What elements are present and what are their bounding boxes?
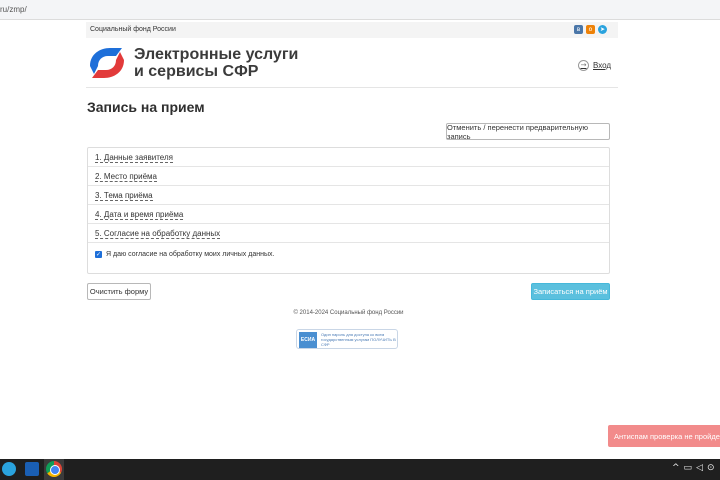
chrome-taskbar-icon[interactable] (46, 461, 62, 477)
address-divider (0, 19, 720, 20)
step-label[interactable]: 4. Дата и время приёма (95, 210, 184, 220)
outlook-taskbar-icon[interactable] (25, 462, 39, 476)
sfr-logo-icon[interactable] (86, 44, 128, 82)
org-name: Социальный фонд России (90, 26, 176, 33)
esia-badge: ЕСИА (299, 332, 317, 348)
login-label: Вход (593, 61, 612, 70)
telegram-taskbar-icon[interactable] (2, 462, 16, 476)
clear-form-button[interactable]: Очистить форму (87, 283, 151, 300)
step-topic[interactable]: 3. Тема приёма (88, 186, 609, 205)
step-label[interactable]: 5. Согласие на обработку данных (95, 229, 221, 239)
taskbar: ^▭◁⊙ (0, 459, 720, 480)
cancel-reschedule-button[interactable]: Отменить / перенести предварительную зап… (446, 123, 610, 141)
consent-row[interactable]: ✓ Я даю согласие на обработку моих личны… (95, 251, 274, 258)
esia-text: Один пароль для доступа ко всем государс… (321, 332, 396, 347)
steps-accordion: 1. Данные заявителя 2. Место приёма 3. Т… (87, 147, 610, 274)
login-icon: → (578, 60, 589, 71)
submit-appointment-button[interactable]: Записаться на приём (531, 283, 610, 300)
step-applicant[interactable]: 1. Данные заявителя (88, 148, 609, 167)
step-consent[interactable]: 5. Согласие на обработку данных (88, 224, 609, 243)
consent-checkbox[interactable]: ✓ (95, 251, 102, 258)
step-location[interactable]: 2. Место приёма (88, 167, 609, 186)
antispam-error-toast[interactable]: Антиспам проверка не пройдена (608, 425, 720, 447)
telegram-icon[interactable]: ➤ (598, 25, 607, 34)
step-label[interactable]: 2. Место приёма (95, 172, 157, 182)
page-title: Запись на прием (87, 99, 205, 115)
step-datetime[interactable]: 4. Дата и время приёма (88, 205, 609, 224)
step-label[interactable]: 3. Тема приёма (95, 191, 153, 201)
copyright: © 2014-2024 Социальный фонд России (293, 310, 404, 316)
esia-banner[interactable]: ЕСИА Один пароль для доступа ко всем гос… (296, 329, 398, 349)
brand-title: Электронные услуги и сервисы СФР (134, 46, 298, 80)
ok-icon[interactable]: о (586, 25, 595, 34)
address-url[interactable]: ru/zmp/ (0, 5, 27, 14)
consent-text: Я даю согласие на обработку моих личных … (106, 251, 275, 258)
step-label[interactable]: 1. Данные заявителя (95, 153, 173, 163)
login-link[interactable]: → Вход (578, 60, 611, 71)
top-strip: Социальный фонд России в о ➤ (86, 22, 618, 38)
brand-line-2: и сервисы СФР (134, 63, 259, 80)
brand-line-1: Электронные услуги (134, 46, 299, 63)
browser-address-bar[interactable]: ru/zmp/ (0, 0, 720, 20)
vk-icon[interactable]: в (574, 25, 583, 34)
site-header: Электронные услуги и сервисы СФР → Вход (86, 38, 618, 88)
system-tray[interactable]: ^▭◁⊙ (672, 463, 719, 473)
